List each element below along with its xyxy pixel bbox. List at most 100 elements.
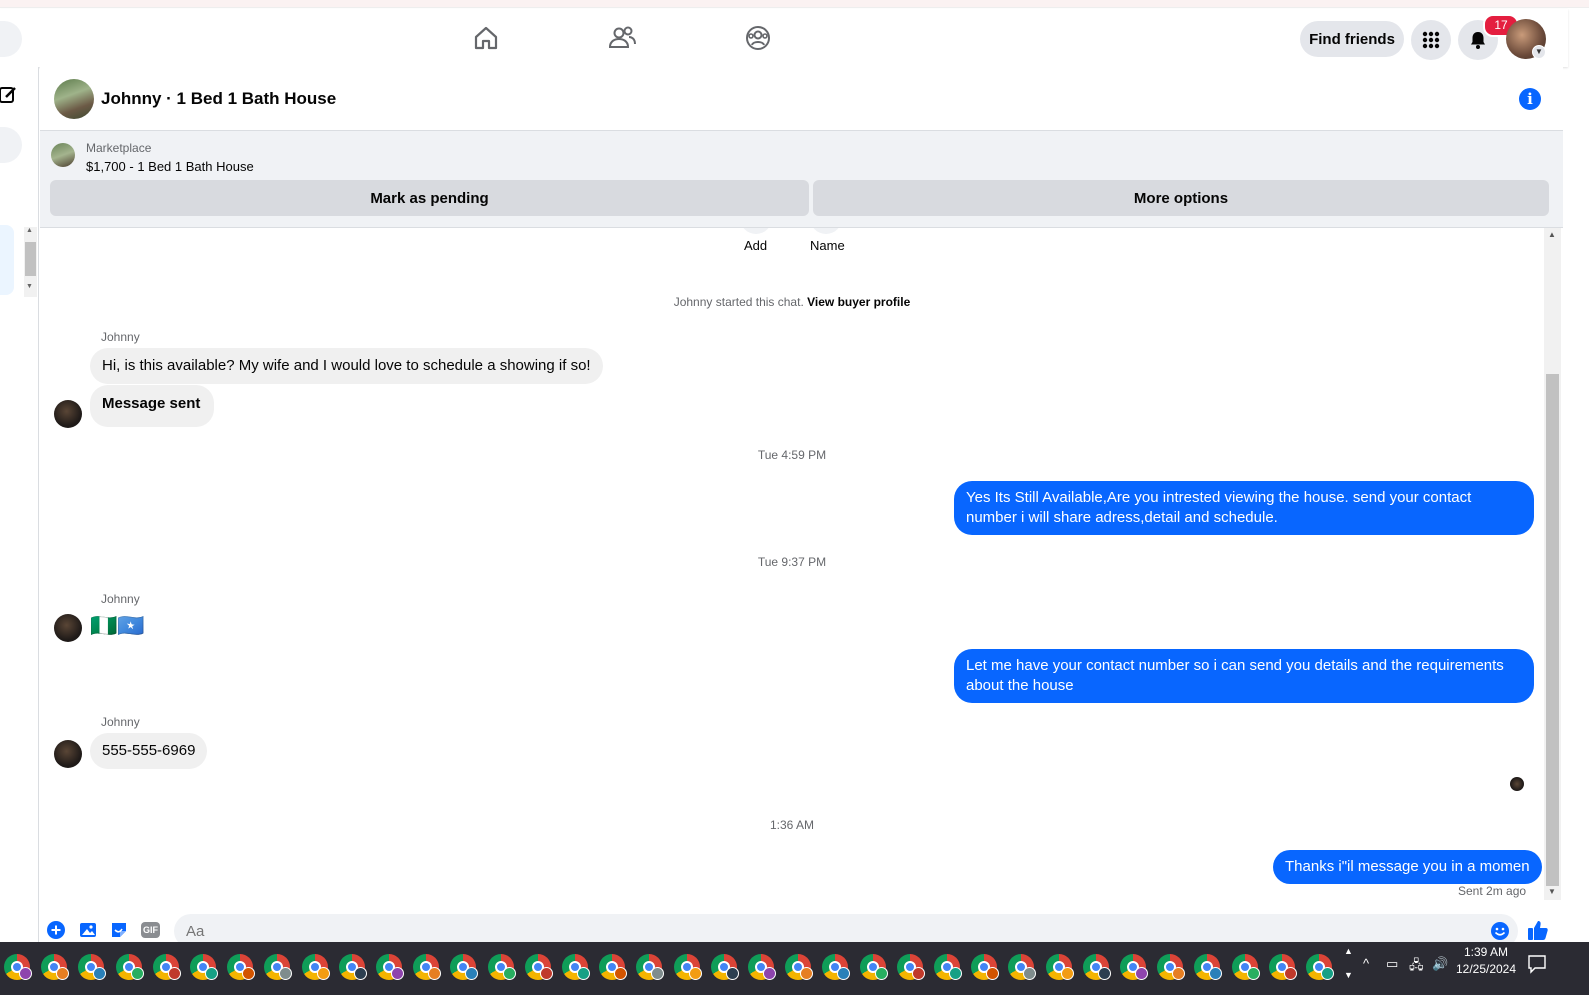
groups-icon[interactable] — [743, 23, 773, 53]
chrome-profile-badge-icon — [93, 967, 107, 980]
thumbs-up-icon[interactable] — [1527, 919, 1549, 941]
sidebar-scrollbar[interactable]: ▲ ▼ — [24, 227, 37, 297]
chrome-profile-badge-icon — [279, 967, 293, 980]
read-receipt-avatar — [1510, 777, 1524, 791]
friends-icon[interactable] — [607, 23, 637, 53]
clock-time: 1:39 AM — [1463, 945, 1509, 959]
chevron-down-icon[interactable]: ▼ — [1532, 45, 1546, 59]
chrome-profile-badge-icon — [577, 967, 590, 980]
grid-menu-icon — [1422, 31, 1440, 49]
chrome-profile-badge-icon — [874, 967, 888, 980]
search-pill-partial[interactable] — [0, 21, 22, 57]
volume-icon[interactable]: 🔊 — [1432, 956, 1448, 972]
sender-avatar[interactable] — [54, 400, 82, 428]
view-buyer-profile-link[interactable]: View buyer profile — [807, 295, 910, 309]
chrome-profile-badge-icon — [725, 967, 739, 980]
plus-circle-icon[interactable] — [47, 921, 65, 939]
message-timestamp: Tue 9:37 PM — [757, 555, 827, 569]
chrome-profile-badge-icon — [1321, 967, 1334, 980]
incoming-message[interactable]: Hi, is this available? My wife and I wou… — [90, 348, 603, 384]
scroll-down-arrow-icon[interactable]: ▼ — [26, 283, 33, 290]
chevron-up-icon[interactable]: ^ — [1363, 956, 1369, 971]
outgoing-message[interactable]: Let me have your contact number so i can… — [954, 649, 1534, 703]
chrome-profile-badge-icon — [1097, 967, 1111, 980]
emoji-icon[interactable] — [1490, 921, 1510, 941]
add-action-circle[interactable] — [740, 228, 772, 234]
gif-icon[interactable]: GIF — [141, 922, 160, 938]
incoming-message[interactable]: 555-555-6969 — [90, 733, 208, 769]
outgoing-message[interactable]: Thanks i"il message you in a momen — [1273, 850, 1542, 884]
windows-taskbar: ▲ ▼ ^ ▭ 🖧 🔊 1:39 AM 12/25/2024 — [0, 942, 1589, 995]
chrome-profile-badge-icon — [614, 967, 628, 980]
sender-name: Johnny — [101, 592, 140, 606]
chat-list-sidebar-partial: ▲ ▼ — [0, 67, 39, 942]
home-icon[interactable] — [471, 23, 501, 53]
active-chat-highlight[interactable] — [0, 225, 14, 295]
more-options-button[interactable]: More options — [813, 180, 1549, 216]
flag-emoji-message[interactable]: 🇳🇬🇸🇴 — [90, 612, 145, 640]
chrome-profile-badge-icon — [539, 967, 553, 980]
chrome-profile-badge-icon — [651, 967, 665, 980]
name-action-label[interactable]: Name — [810, 238, 845, 253]
thread-scrollbar[interactable]: ▲ ▼ — [1544, 228, 1561, 900]
chrome-profile-badge-icon — [1060, 967, 1074, 980]
chrome-profile-badge-icon — [242, 967, 256, 980]
sidebar-scroll-thumb[interactable] — [25, 242, 36, 276]
chrome-profile-badge-icon — [949, 967, 962, 980]
chrome-profile-badge-icon — [56, 967, 70, 980]
listing-thumbnail[interactable] — [51, 143, 75, 167]
chrome-profile-badge-icon — [1135, 967, 1148, 980]
network-icon[interactable]: 🖧 — [1409, 956, 1424, 978]
message-composer: GIF — [40, 913, 1563, 948]
listing-title[interactable]: $1,700 - 1 Bed 1 Bath House — [86, 159, 254, 174]
sender-avatar[interactable] — [54, 740, 82, 768]
info-icon[interactable]: i — [1519, 88, 1541, 110]
chrome-profile-badge-icon — [316, 967, 330, 980]
browser-top-strip — [0, 0, 1589, 8]
scroll-down-arrow-icon[interactable]: ▼ — [1548, 887, 1556, 896]
incoming-message[interactable]: Message sent — [90, 385, 215, 427]
message-thread: Add Name Johnny started this chat. View … — [40, 228, 1544, 913]
chrome-profile-badge-icon — [1283, 967, 1297, 980]
clock-date: 12/25/2024 — [1455, 962, 1517, 976]
sender-name: Johnny — [101, 330, 140, 344]
add-action-label[interactable]: Add — [744, 238, 767, 253]
outgoing-message[interactable]: Yes Its Still Available,Are you intreste… — [954, 481, 1534, 535]
chrome-profile-badge-icon — [19, 967, 32, 980]
sender-avatar[interactable] — [54, 614, 82, 642]
new-message-icon[interactable] — [0, 85, 18, 105]
chrome-profile-badge-icon — [465, 967, 479, 980]
chat-started-text: Johnny started this chat. — [673, 295, 804, 309]
chrome-profile-badge-icon — [911, 967, 925, 980]
chat-header: Johnny · 1 Bed 1 Bath House i — [40, 67, 1563, 131]
system-clock[interactable]: 1:39 AM 12/25/2024 — [1453, 944, 1519, 978]
message-timestamp: 1:36 AM — [769, 818, 815, 832]
chrome-profile-badge-icon — [837, 967, 851, 980]
chrome-profile-badge-icon — [353, 967, 367, 980]
thread-scroll-thumb[interactable] — [1546, 374, 1559, 886]
chat-title[interactable]: Johnny · 1 Bed 1 Bath House — [101, 89, 336, 109]
chrome-profile-badge-icon — [1209, 967, 1223, 980]
sidebar-search-partial[interactable] — [0, 127, 22, 163]
notification-center-icon[interactable] — [1527, 954, 1547, 974]
chrome-profile-badge-icon — [502, 967, 516, 980]
name-action-circle[interactable] — [810, 228, 842, 234]
scroll-up-arrow-icon[interactable]: ▲ — [1548, 230, 1556, 239]
chrome-profile-badge-icon — [167, 967, 181, 980]
mark-as-pending-button[interactable]: Mark as pending — [50, 180, 809, 216]
meet-now-icon[interactable]: ▭ — [1386, 956, 1398, 972]
chrome-profile-badge-icon — [428, 967, 442, 980]
photo-icon[interactable] — [79, 921, 97, 939]
marketplace-label: Marketplace — [86, 141, 152, 155]
find-friends-button[interactable]: Find friends — [1300, 21, 1404, 57]
chrome-profile-badge-icon — [800, 967, 814, 980]
menu-button[interactable] — [1411, 20, 1451, 60]
scroll-up-arrow-icon[interactable]: ▲ — [26, 227, 33, 234]
sticker-icon[interactable] — [110, 921, 128, 939]
taskbar-scroll-down-icon[interactable]: ▼ — [1344, 970, 1353, 980]
chrome-profile-badge-icon — [1023, 967, 1037, 980]
chrome-profile-badge-icon — [763, 967, 776, 980]
taskbar-scroll-up-icon[interactable]: ▲ — [1344, 946, 1353, 956]
marketplace-listing-bar: Marketplace $1,700 - 1 Bed 1 Bath House … — [40, 131, 1563, 228]
chat-avatar[interactable] — [54, 79, 94, 119]
